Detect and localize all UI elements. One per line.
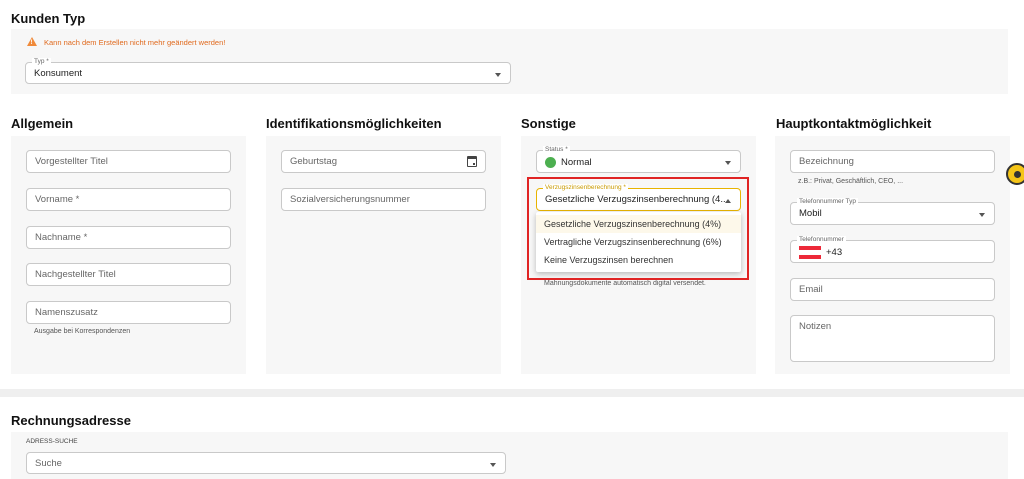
typ-select[interactable]: Typ * Konsument bbox=[25, 58, 511, 84]
geburtstag-placeholder: Geburtstag bbox=[290, 156, 337, 167]
warning-text: Kann nach dem Erstellen nicht mehr geänd… bbox=[44, 38, 226, 47]
chevron-down-icon bbox=[490, 463, 496, 467]
namenszusatz-helper: Ausgabe bei Korrespondenzen bbox=[34, 328, 131, 335]
bezeichnung-input[interactable]: Bezeichnung bbox=[790, 150, 995, 173]
nachgestellter-titel-placeholder: Nachgestellter Titel bbox=[35, 269, 116, 280]
telefonnummer-typ-label: Telefonnummer Typ bbox=[797, 198, 858, 206]
telefonnummer-label: Telefonnummer bbox=[797, 236, 846, 244]
suche-placeholder: Suche bbox=[35, 458, 62, 469]
sonstige-hint: Mahnungsdokumente automatisch digital ve… bbox=[544, 280, 706, 287]
rechnungsadresse-title: Rechnungsadresse bbox=[11, 413, 131, 428]
nachname-input[interactable]: Nachname * bbox=[26, 226, 231, 249]
bezeichnung-placeholder: Bezeichnung bbox=[799, 156, 854, 167]
adress-suche-label: ADRESS-SUCHE bbox=[26, 438, 78, 445]
hauptkontakt-title: Hauptkontaktmöglichkeit bbox=[776, 116, 932, 131]
email-input[interactable]: Email bbox=[790, 278, 995, 301]
warning-icon bbox=[27, 37, 37, 46]
namenszusatz-placeholder: Namenszusatz bbox=[35, 307, 98, 318]
kunden-typ-title: Kunden Typ bbox=[11, 11, 86, 26]
namenszusatz-input[interactable]: Namenszusatz bbox=[26, 301, 231, 324]
austria-flag-icon[interactable] bbox=[799, 246, 821, 259]
sonstige-title: Sonstige bbox=[521, 116, 576, 131]
notizen-placeholder: Notizen bbox=[799, 321, 832, 332]
radiation-badge-icon[interactable] bbox=[1006, 163, 1024, 185]
vorgestellter-titel-placeholder: Vorgestellter Titel bbox=[35, 156, 108, 167]
chevron-down-icon bbox=[495, 73, 501, 77]
telefonnummer-typ-select[interactable]: Telefonnummer Typ Mobil bbox=[790, 198, 995, 225]
telefonnummer-typ-value: Mobil bbox=[799, 208, 822, 219]
nachname-placeholder: Nachname * bbox=[35, 232, 88, 243]
typ-value: Konsument bbox=[34, 68, 83, 79]
sozialversicherungsnummer-placeholder: Sozialversicherungsnummer bbox=[290, 194, 410, 205]
chevron-down-icon bbox=[725, 161, 731, 165]
status-value: Normal bbox=[561, 157, 592, 168]
chevron-down-icon bbox=[979, 213, 985, 217]
geburtstag-input[interactable]: Geburtstag bbox=[281, 150, 486, 173]
sozialversicherungsnummer-input[interactable]: Sozialversicherungsnummer bbox=[281, 188, 486, 211]
identifikation-title: Identifikationsmöglichkeiten bbox=[266, 116, 442, 131]
bezeichnung-helper: z.B.: Privat, Geschäftlich, CEO, ... bbox=[798, 178, 904, 185]
adress-suche-select[interactable]: Suche bbox=[26, 452, 506, 474]
section-divider bbox=[0, 389, 1024, 397]
vorname-placeholder: Vorname * bbox=[35, 194, 80, 205]
nachgestellter-titel-input[interactable]: Nachgestellter Titel bbox=[26, 263, 231, 286]
status-dot-icon bbox=[545, 157, 556, 168]
vorgestellter-titel-input[interactable]: Vorgestellter Titel bbox=[26, 150, 231, 173]
status-select[interactable]: Status * Normal bbox=[536, 146, 741, 173]
vorname-input[interactable]: Vorname * bbox=[26, 188, 231, 211]
status-label: Status * bbox=[543, 146, 570, 154]
allgemein-title: Allgemein bbox=[11, 116, 74, 131]
telefonnummer-input[interactable]: Telefonnummer +43 bbox=[790, 236, 995, 263]
typ-label: Typ * bbox=[32, 58, 51, 66]
notizen-textarea[interactable]: Notizen bbox=[790, 315, 995, 362]
highlight-box bbox=[527, 177, 749, 280]
calendar-icon[interactable] bbox=[467, 156, 477, 167]
email-placeholder: Email bbox=[799, 284, 823, 295]
telefonnummer-value: +43 bbox=[826, 247, 843, 258]
